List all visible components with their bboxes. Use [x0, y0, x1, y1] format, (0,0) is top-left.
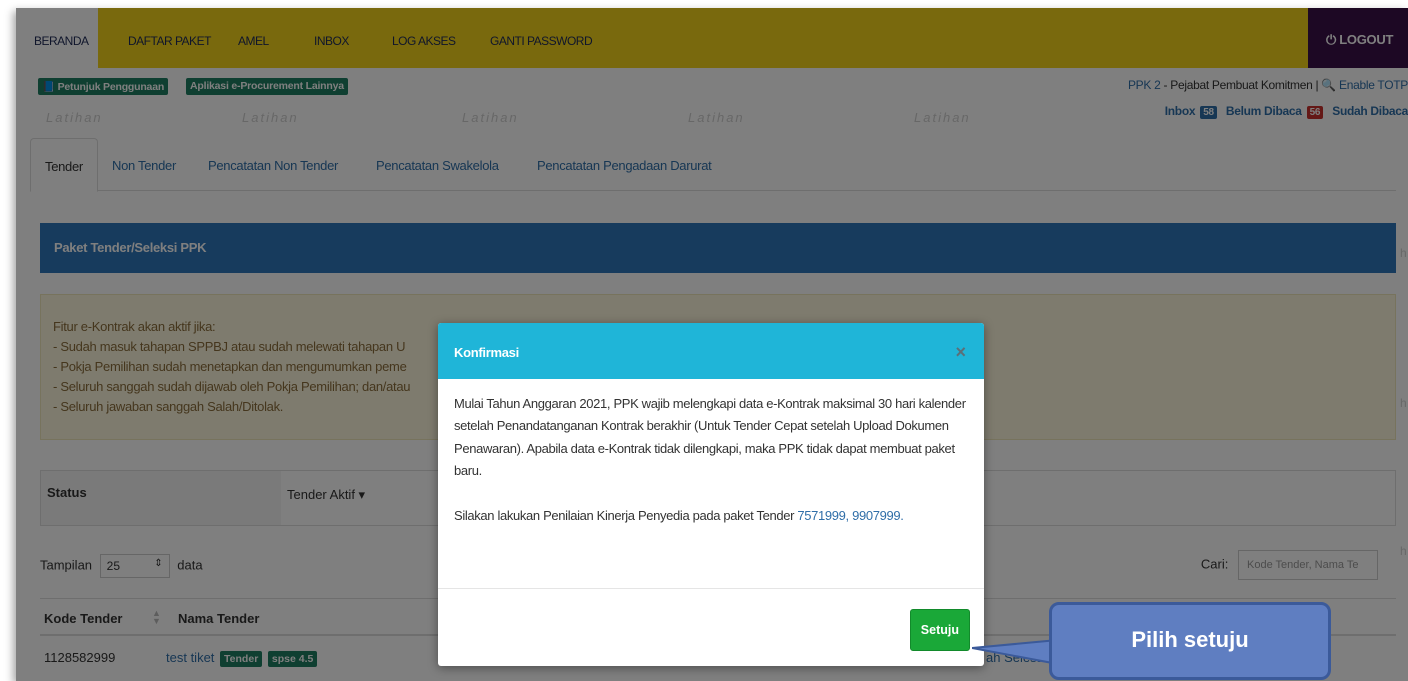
- confirmation-modal: Konfirmasi × Mulai Tahun Anggaran 2021, …: [438, 323, 984, 666]
- modal-title: Konfirmasi: [454, 345, 519, 360]
- instruction-text: Silakan lakukan Penilaian Kinerja Penyed…: [454, 507, 798, 523]
- modal-body: Mulai Tahun Anggaran 2021, PPK wajib mel…: [438, 379, 984, 589]
- instruction-callout: Pilih setuju: [1049, 602, 1331, 680]
- modal-footer: Setuju: [438, 589, 984, 665]
- tender-code-links[interactable]: 7571999, 9907999.: [797, 508, 903, 523]
- modal-header: Konfirmasi ×: [438, 323, 984, 379]
- modal-message: Mulai Tahun Anggaran 2021, PPK wajib mel…: [454, 396, 966, 479]
- close-icon[interactable]: ×: [955, 342, 966, 363]
- setuju-button[interactable]: Setuju: [909, 609, 970, 651]
- modal-instruction: Silakan lakukan Penilaian Kinerja Penyed…: [454, 505, 968, 527]
